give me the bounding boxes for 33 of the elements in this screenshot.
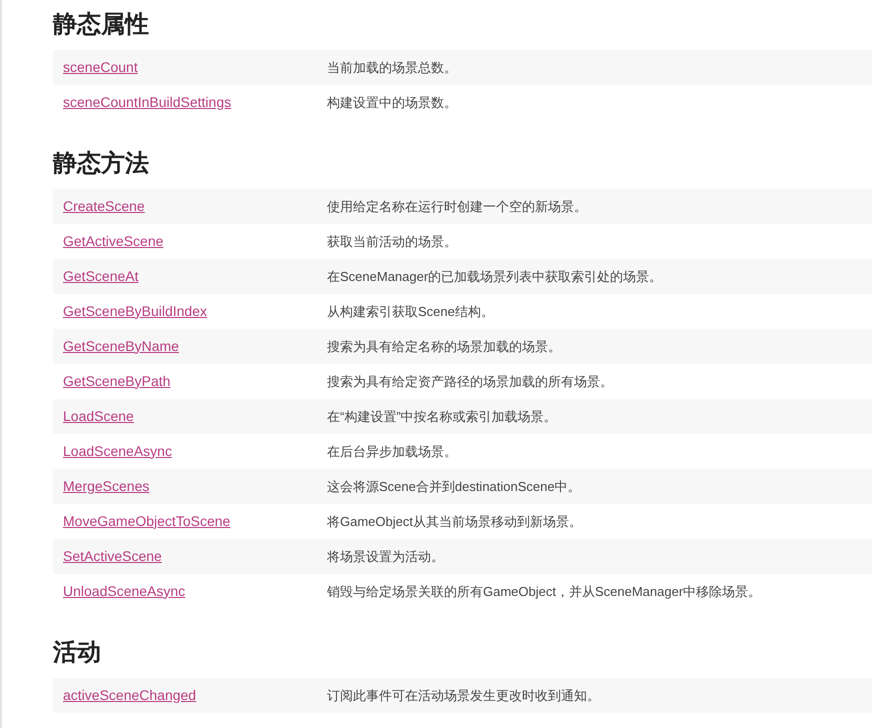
member-link[interactable]: activeSceneChanged [63, 686, 196, 702]
member-description: 在后台异步加载场景。 [327, 444, 457, 458]
member-description: 在SceneManager的已加载场景列表中获取索引处的场景。 [327, 268, 662, 284]
member-description: 在“构建设置”中按名称或索引加载场景。 [327, 408, 557, 424]
section-heading: 活动 [53, 638, 102, 668]
member-link[interactable]: MergeScenes [63, 478, 150, 494]
member-description: 使用给定名称在运行时创建一个空的新场景。 [327, 198, 587, 214]
member-description: 将GameObject从其当前场景移动到新场景。 [327, 514, 582, 528]
member-description: 当前加载的场景总数。 [327, 60, 457, 74]
member-link[interactable]: LoadSceneAsync [63, 442, 172, 458]
member-description: 订阅此事件可在活动场景发生更改时收到通知。 [327, 688, 600, 702]
member-link[interactable]: LoadScene [63, 408, 134, 424]
member-link[interactable]: SetActiveScene [63, 548, 162, 564]
member-link[interactable]: GetSceneByPath [63, 372, 170, 388]
member-link[interactable]: GetSceneByBuildIndex [63, 302, 207, 318]
member-description: 将场景设置为活动。 [327, 548, 444, 564]
section-heading: 静态方法 [53, 149, 150, 179]
member-link[interactable]: CreateScene [63, 198, 145, 214]
member-link[interactable]: sceneCount [63, 58, 138, 74]
member-link[interactable]: sceneCountInBuildSettings [63, 94, 232, 110]
member-description: 这会将源Scene合并到destinationScene中。 [327, 478, 581, 494]
member-description: 构建设置中的场景数。 [327, 94, 457, 110]
member-description: 获取当前活动的场景。 [327, 234, 457, 248]
member-description: 搜索为具有给定资产路径的场景加载的所有场景。 [327, 374, 613, 388]
member-link[interactable]: GetSceneByName [63, 338, 179, 354]
member-link[interactable]: GetSceneAt [63, 268, 138, 284]
member-link[interactable]: MoveGameObjectToScene [63, 512, 230, 528]
section-heading: 静态属性 [53, 10, 150, 40]
member-description: 搜索为具有给定名称的场景加载的场景。 [327, 338, 561, 354]
member-link[interactable]: UnloadSceneAsync [63, 582, 186, 598]
member-description: 从构建索引获取Scene结构。 [327, 304, 494, 318]
member-link[interactable]: GetActiveScene [63, 232, 164, 248]
member-description: 销毁与给定场景关联的所有GameObject，并从SceneManager中移除场景。 [327, 584, 762, 598]
